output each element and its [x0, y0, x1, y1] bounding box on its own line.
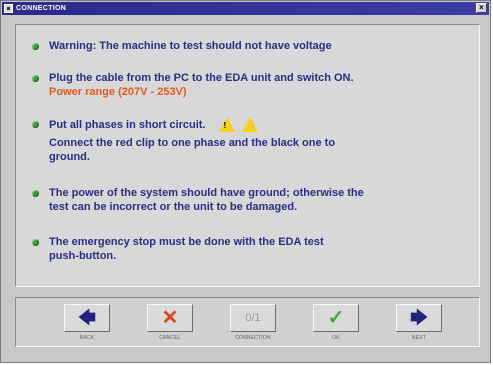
connection-dialog: CONNECTION × Warning: The machine to tes…: [0, 0, 491, 363]
connection-icon: 0/1: [245, 312, 261, 324]
instruction-text: The emergency stop must be done with the…: [49, 236, 324, 248]
instruction-text: Plug the cable from the PC to the EDA un…: [49, 72, 354, 84]
instructions-panel: Warning: The machine to test should not …: [15, 24, 480, 287]
arrow-left-icon: 🡄: [78, 308, 96, 327]
back-button[interactable]: 🡄: [64, 304, 110, 332]
arrow-right-icon: 🡆: [410, 308, 428, 327]
next-button-label: NEXT: [411, 335, 427, 341]
button-bar: 🡄 BACK ✕ CANCEL 0/1 CONNECTION ✓ OK 🡆 NE…: [15, 297, 480, 347]
bullet-icon: [32, 190, 39, 197]
back-button-label: BACK: [79, 335, 95, 341]
title-bar[interactable]: CONNECTION ×: [2, 2, 489, 15]
instruction-text: ground.: [49, 151, 90, 163]
app-icon: [4, 4, 13, 13]
instruction-text: The power of the system should have grou…: [49, 187, 364, 199]
instruction-text: push-button.: [49, 250, 117, 262]
list-item: Warning: The machine to test should not …: [32, 39, 472, 53]
bullet-icon: [32, 43, 39, 50]
cancel-button-label: CANCEL: [159, 335, 181, 341]
cross-icon: ✕: [161, 307, 179, 329]
instruction-text: test can be incorrect or the unit to be …: [49, 201, 298, 213]
next-button[interactable]: 🡆: [396, 304, 442, 332]
warning-icon: !: [218, 117, 235, 132]
bullet-icon: [32, 239, 39, 246]
close-button[interactable]: ×: [476, 3, 487, 13]
list-item: Put all phases in short circuit. ! ⚡ Con…: [32, 117, 472, 164]
ok-button[interactable]: ✓: [313, 304, 359, 332]
connection-button[interactable]: 0/1: [230, 304, 276, 332]
bullet-icon: [32, 121, 39, 128]
cancel-button[interactable]: ✕: [147, 304, 193, 332]
connection-button-label: CONNECTION: [235, 335, 271, 341]
list-item: The power of the system should have grou…: [32, 186, 472, 214]
bullet-icon: [32, 75, 39, 82]
power-range-text: Power range (207V - 253V): [49, 86, 187, 98]
window-title: CONNECTION: [16, 5, 67, 12]
instruction-text: Put all phases in short circuit.: [49, 119, 206, 131]
instruction-text: Connect the red clip to one phase and th…: [49, 137, 336, 149]
list-item: Plug the cable from the PC to the EDA un…: [32, 71, 472, 99]
electric-hazard-icon: ⚡: [241, 117, 258, 132]
list-item: The emergency stop must be done with the…: [32, 235, 472, 263]
instruction-text: Warning: The machine to test should not …: [49, 40, 332, 52]
ok-button-label: OK: [332, 335, 340, 341]
warning-icons: ! ⚡: [218, 117, 262, 136]
checkmark-icon: ✓: [327, 307, 345, 329]
